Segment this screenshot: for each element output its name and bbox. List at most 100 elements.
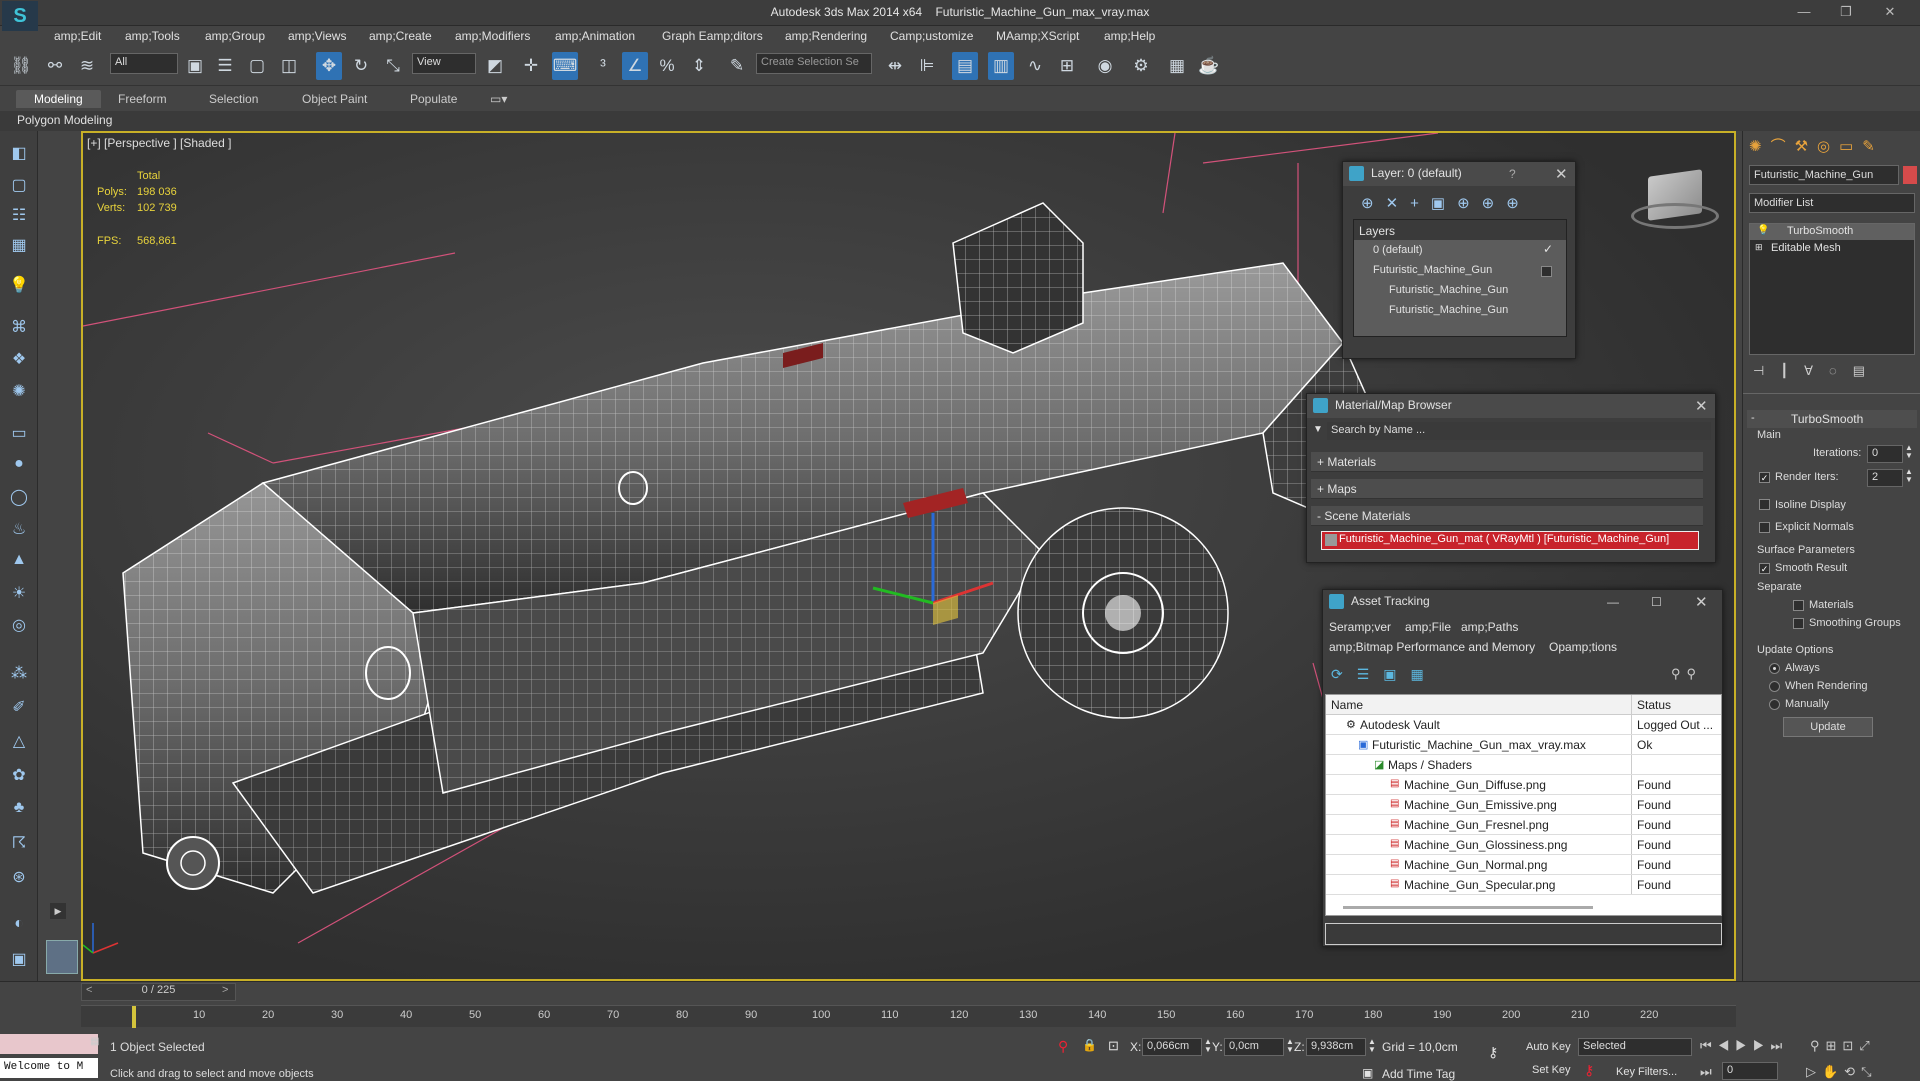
command-panel-tab-icons[interactable]: ✺⌒⚒◎▭✎ <box>1749 135 1884 156</box>
layer-help-button[interactable]: ? <box>1509 167 1516 181</box>
key-mode-toggle-icon[interactable]: ⏭ <box>1700 1064 1712 1080</box>
menu-edit[interactable]: amp;Edit <box>54 26 101 46</box>
percent-snap-icon[interactable]: % <box>654 52 680 80</box>
current-frame-marker[interactable] <box>132 1006 136 1028</box>
z-coord-field[interactable]: 9,938cm <box>1306 1038 1366 1056</box>
lightbulb-icon[interactable]: 💡 <box>1757 225 1769 236</box>
select-list-icon[interactable]: ☷ <box>6 205 32 229</box>
asset-menu-bitmap[interactable]: amp;Bitmap Performance and Memory <box>1329 640 1535 654</box>
menu-tools[interactable]: amp;Tools <box>125 26 180 46</box>
key-filters-button[interactable]: Key Filters... <box>1616 1066 1677 1078</box>
smooth-result-checkbox[interactable]: ✓ <box>1759 563 1770 574</box>
globe-icon[interactable]: ◐ <box>6 915 32 939</box>
material-browser-close-icon[interactable]: ✕ <box>1695 397 1708 415</box>
curve-editor-mini-icon[interactable]: ▦ <box>90 1036 102 1048</box>
set-key-button[interactable]: Set Key <box>1532 1064 1571 1076</box>
layer-current-check-icon[interactable]: ✓ <box>1543 242 1553 256</box>
table-row[interactable] <box>1326 755 1721 775</box>
geosphere-icon[interactable]: ◯ <box>6 487 32 511</box>
modifier-list-dropdown[interactable]: Modifier List <box>1749 193 1915 213</box>
scene-explorer-icon[interactable]: ◧ <box>6 143 32 167</box>
asset-menu-server[interactable]: Seramp;ver <box>1329 620 1391 634</box>
menu-graph-editors[interactable]: Graph Eamp;ditors <box>662 26 763 46</box>
pivot-center-icon[interactable]: ◩ <box>482 52 508 80</box>
table-icon[interactable]: ▦ <box>6 235 32 259</box>
menu-views[interactable]: amp;Views <box>288 26 346 46</box>
layer-manager-icon[interactable]: ▤ <box>952 52 978 80</box>
isoline-display-checkbox[interactable] <box>1759 499 1770 510</box>
rectangular-selection-icon[interactable]: ▢ <box>244 52 270 80</box>
time-slider-prev-icon[interactable]: < <box>86 984 92 996</box>
menu-group[interactable]: amp;Group <box>205 26 265 46</box>
layer-dialog-header[interactable]: Layer: 0 (default) <box>1343 162 1575 186</box>
update-button[interactable]: Update <box>1783 717 1873 737</box>
asset-menu-paths[interactable]: amp;Paths <box>1461 620 1518 634</box>
stack-tool-icons[interactable]: ⊣┃∀◌▤ <box>1753 363 1881 379</box>
curve-editor-icon[interactable]: ∿ <box>1022 52 1048 80</box>
x-coord-field[interactable]: 0,066cm <box>1142 1038 1202 1056</box>
add-time-tag-label[interactable]: Add Time Tag <box>1382 1067 1455 1081</box>
separate-materials-checkbox[interactable] <box>1793 600 1804 611</box>
z-spinner-arrows-icon[interactable]: ▲ ▼ <box>1368 1038 1376 1054</box>
asset-horizontal-scrollbar[interactable] <box>1343 906 1593 909</box>
render-iters-spinner-arrows-icon[interactable]: ▲ ▼ <box>1905 468 1913 484</box>
selection-filter-dropdown[interactable]: All <box>110 53 178 74</box>
menu-customize[interactable]: Camp;ustomize <box>890 26 973 46</box>
expand-plus-icon[interactable]: ⊞ <box>1755 242 1763 253</box>
rendered-frame-window-icon[interactable]: ▦ <box>1164 52 1190 80</box>
maxscript-listener-pink[interactable] <box>0 1034 98 1054</box>
viewport-navigation-icons[interactable]: ⚲⊞⊡⤢ <box>1810 1038 1876 1054</box>
viewport-navigation-icons-2[interactable]: ▷✋⟲⤡ <box>1806 1064 1877 1080</box>
layer-object-row-2[interactable]: Futuristic_Machine_Gun <box>1389 304 1508 316</box>
tab-selection[interactable]: Selection <box>209 92 258 106</box>
viewport-layout-single-icon[interactable] <box>46 940 78 974</box>
asset-minimize-icon[interactable]: — <box>1607 595 1619 609</box>
menu-create[interactable]: amp;Create <box>369 26 432 46</box>
render-iters-checkbox[interactable]: ✓ <box>1759 472 1770 483</box>
tab-populate[interactable]: Populate <box>410 92 457 106</box>
create-shapes-icon[interactable]: ▢ <box>6 175 32 199</box>
display-icon[interactable]: ▣ <box>6 949 32 973</box>
track-bar[interactable]: 10 20 30 40 50 60 70 80 90 100 110 120 1… <box>81 1005 1736 1028</box>
tab-object-paint[interactable]: Object Paint <box>302 92 367 106</box>
render-iters-spinner[interactable]: 2 <box>1867 469 1903 487</box>
layers-column-header[interactable]: Layers <box>1359 224 1395 238</box>
app-logo-icon[interactable]: S <box>2 1 38 31</box>
y-coord-field[interactable]: 0,0cm <box>1224 1038 1284 1056</box>
camera-icon[interactable]: ⌘ <box>6 317 32 341</box>
lights-icon[interactable]: 💡 <box>6 275 32 299</box>
edit-named-selection-icon[interactable]: ✎ <box>724 52 750 80</box>
box-icon[interactable]: ▭ <box>6 423 32 447</box>
link-icon[interactable]: ⛓ <box>8 52 34 80</box>
expand-arrow-icon[interactable]: ▶ <box>50 903 66 919</box>
asset-toolbar-icons[interactable]: ⟳☰▣▦ <box>1331 666 1438 683</box>
iterations-spinner-arrows-icon[interactable]: ▲ ▼ <box>1905 444 1913 460</box>
window-crossing-icon[interactable]: ◫ <box>276 52 302 80</box>
absolute-mode-icon[interactable]: ⊡ <box>1108 1038 1119 1054</box>
modifier-editable-mesh[interactable]: Editable Mesh <box>1771 242 1841 254</box>
foliage-icon[interactable]: ♣ <box>6 799 32 823</box>
selection-lock-icon[interactable]: 🔒 <box>1082 1038 1097 1052</box>
materials-section[interactable]: + Materials <box>1311 452 1703 472</box>
material-search-input[interactable]: Search by Name ... <box>1327 422 1711 440</box>
polygon-modeling-label[interactable]: Polygon Modeling <box>17 113 112 127</box>
named-selection-input[interactable]: Create Selection Se <box>756 53 872 74</box>
select-scale-icon[interactable]: ⤡ <box>380 52 406 80</box>
bind-space-warp-icon[interactable]: ≋ <box>74 52 100 80</box>
layer-row-default[interactable]: 0 (default) <box>1373 244 1423 256</box>
key-mode-icon[interactable]: ⚷ <box>1488 1044 1498 1061</box>
x-spinner-arrows-icon[interactable]: ▲ ▼ <box>1204 1038 1212 1054</box>
iterations-spinner[interactable]: 0 <box>1867 445 1903 463</box>
update-when-rendering-radio[interactable] <box>1769 681 1780 692</box>
asset-tracking-header[interactable]: Asset Tracking <box>1323 590 1722 614</box>
teapot-icon[interactable]: ♨ <box>6 519 32 543</box>
menu-maxscript[interactable]: MAamp;XScript <box>996 26 1079 46</box>
pyramid-icon[interactable]: △ <box>6 731 32 755</box>
asset-maximize-icon[interactable]: ☐ <box>1651 595 1662 609</box>
paint-icon[interactable]: ✐ <box>6 697 32 721</box>
tab-freeform[interactable]: Freeform <box>118 92 167 106</box>
spinner-snap-icon[interactable]: ⇕ <box>686 52 712 80</box>
set-key-icon[interactable]: ⚷ <box>1584 1062 1594 1079</box>
separate-smoothing-groups-checkbox[interactable] <box>1793 618 1804 629</box>
search-filter-icon[interactable]: ▼ <box>1313 424 1323 435</box>
